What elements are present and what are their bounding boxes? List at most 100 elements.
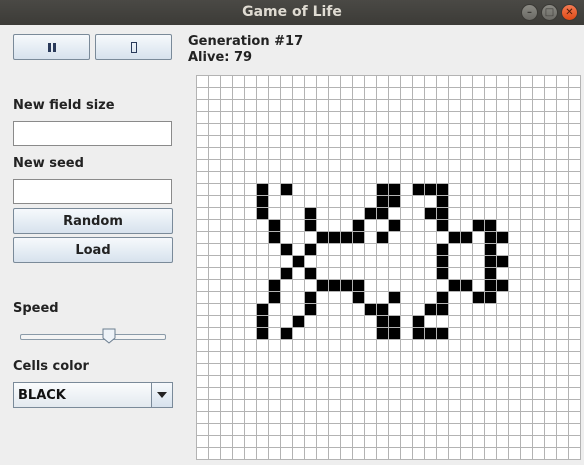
alive-cell[interactable] bbox=[437, 196, 448, 207]
chevron-down-icon[interactable] bbox=[151, 383, 172, 407]
alive-cell[interactable] bbox=[485, 244, 496, 255]
pause-button[interactable] bbox=[13, 34, 90, 60]
generation-counter: Generation #17 bbox=[188, 34, 304, 49]
alive-cell[interactable] bbox=[365, 304, 376, 315]
cells-color-select[interactable]: BLACK bbox=[13, 382, 173, 408]
alive-cell[interactable] bbox=[437, 208, 448, 219]
alive-cell[interactable] bbox=[353, 292, 364, 303]
alive-cell[interactable] bbox=[413, 184, 424, 195]
alive-cell[interactable] bbox=[389, 292, 400, 303]
alive-cell[interactable] bbox=[353, 280, 364, 291]
alive-cell[interactable] bbox=[425, 328, 436, 339]
alive-cell[interactable] bbox=[269, 280, 280, 291]
alive-cell[interactable] bbox=[317, 232, 328, 243]
alive-cell[interactable] bbox=[377, 196, 388, 207]
alive-cell[interactable] bbox=[377, 328, 388, 339]
alive-cell[interactable] bbox=[485, 232, 496, 243]
step-icon bbox=[130, 41, 137, 53]
alive-cell[interactable] bbox=[437, 220, 448, 231]
alive-cell[interactable] bbox=[329, 232, 340, 243]
alive-cell[interactable] bbox=[377, 184, 388, 195]
alive-cell[interactable] bbox=[485, 220, 496, 231]
alive-cell[interactable] bbox=[497, 232, 508, 243]
alive-cell[interactable] bbox=[461, 232, 472, 243]
alive-cell[interactable] bbox=[437, 328, 448, 339]
alive-cell[interactable] bbox=[377, 232, 388, 243]
alive-cell[interactable] bbox=[437, 292, 448, 303]
alive-cell[interactable] bbox=[437, 184, 448, 195]
seed-input[interactable] bbox=[13, 179, 172, 204]
alive-cell[interactable] bbox=[257, 328, 268, 339]
alive-cell[interactable] bbox=[257, 184, 268, 195]
field-size-label: New field size bbox=[13, 98, 115, 113]
close-icon[interactable]: ✕ bbox=[561, 4, 578, 21]
game-board[interactable] bbox=[196, 75, 581, 460]
alive-cell[interactable] bbox=[389, 328, 400, 339]
alive-cell[interactable] bbox=[305, 208, 316, 219]
alive-cell[interactable] bbox=[389, 196, 400, 207]
alive-cell[interactable] bbox=[281, 184, 292, 195]
alive-cell[interactable] bbox=[425, 304, 436, 315]
alive-cell[interactable] bbox=[473, 220, 484, 231]
alive-cell[interactable] bbox=[437, 256, 448, 267]
alive-cell[interactable] bbox=[413, 328, 424, 339]
alive-cell[interactable] bbox=[437, 268, 448, 279]
load-button[interactable]: Load bbox=[13, 237, 173, 263]
alive-cell[interactable] bbox=[329, 280, 340, 291]
alive-cell[interactable] bbox=[269, 232, 280, 243]
alive-cell[interactable] bbox=[305, 220, 316, 231]
field-size-input[interactable] bbox=[13, 121, 172, 146]
alive-cell[interactable] bbox=[257, 316, 268, 327]
speed-slider-thumb[interactable] bbox=[102, 328, 116, 344]
alive-cell[interactable] bbox=[377, 208, 388, 219]
alive-cell[interactable] bbox=[257, 196, 268, 207]
alive-cell[interactable] bbox=[461, 280, 472, 291]
alive-cell[interactable] bbox=[305, 292, 316, 303]
alive-cell[interactable] bbox=[425, 184, 436, 195]
alive-cell[interactable] bbox=[305, 304, 316, 315]
alive-cell[interactable] bbox=[389, 220, 400, 231]
random-button[interactable]: Random bbox=[13, 208, 173, 234]
alive-cell[interactable] bbox=[449, 232, 460, 243]
alive-cell[interactable] bbox=[257, 208, 268, 219]
speed-slider-track[interactable] bbox=[20, 334, 166, 340]
alive-cell[interactable] bbox=[437, 244, 448, 255]
alive-cell[interactable] bbox=[449, 280, 460, 291]
alive-cell[interactable] bbox=[497, 280, 508, 291]
maximize-icon[interactable]: □ bbox=[541, 4, 558, 21]
alive-cell[interactable] bbox=[485, 256, 496, 267]
alive-cell[interactable] bbox=[269, 220, 280, 231]
window-controls: – □ ✕ bbox=[521, 4, 578, 21]
alive-cell[interactable] bbox=[425, 208, 436, 219]
alive-cell[interactable] bbox=[341, 280, 352, 291]
alive-cell[interactable] bbox=[485, 292, 496, 303]
alive-cell[interactable] bbox=[353, 232, 364, 243]
alive-cell[interactable] bbox=[389, 184, 400, 195]
alive-cell[interactable] bbox=[485, 268, 496, 279]
alive-cell[interactable] bbox=[485, 280, 496, 291]
step-button[interactable] bbox=[95, 34, 172, 60]
alive-cell[interactable] bbox=[281, 328, 292, 339]
alive-cell[interactable] bbox=[473, 292, 484, 303]
speed-label: Speed bbox=[13, 301, 59, 316]
alive-cell[interactable] bbox=[281, 268, 292, 279]
alive-cell[interactable] bbox=[365, 208, 376, 219]
seed-label: New seed bbox=[13, 156, 84, 171]
alive-cell[interactable] bbox=[305, 244, 316, 255]
alive-cell[interactable] bbox=[341, 232, 352, 243]
alive-cell[interactable] bbox=[353, 220, 364, 231]
alive-cell[interactable] bbox=[437, 304, 448, 315]
alive-cell[interactable] bbox=[389, 316, 400, 327]
alive-cell[interactable] bbox=[293, 316, 304, 327]
alive-cell[interactable] bbox=[497, 256, 508, 267]
alive-cell[interactable] bbox=[413, 316, 424, 327]
minimize-icon[interactable]: – bbox=[521, 4, 538, 21]
alive-cell[interactable] bbox=[293, 256, 304, 267]
alive-cell[interactable] bbox=[305, 268, 316, 279]
alive-cell[interactable] bbox=[269, 292, 280, 303]
alive-cell[interactable] bbox=[257, 304, 268, 315]
alive-cell[interactable] bbox=[377, 304, 388, 315]
alive-cell[interactable] bbox=[281, 244, 292, 255]
alive-cell[interactable] bbox=[317, 280, 328, 291]
alive-cell[interactable] bbox=[377, 316, 388, 327]
